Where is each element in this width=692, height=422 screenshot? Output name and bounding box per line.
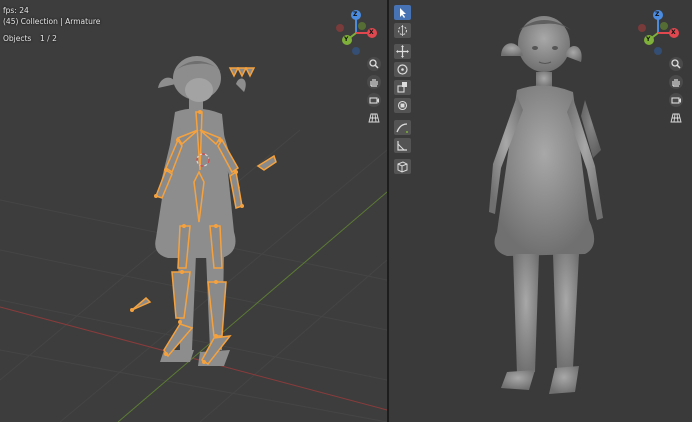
viewport-left[interactable]: fps: 24 (45) Collection | Armature Objec… [0, 0, 387, 422]
cursor-3d-icon[interactable] [394, 23, 411, 38]
x-axis-line [0, 306, 387, 411]
gizmo-z-label: Z [353, 11, 358, 18]
fps-readout: fps: 24 [3, 6, 29, 15]
zoom-icon[interactable] [367, 57, 381, 71]
viewport-right[interactable]: Z X Y [389, 0, 692, 422]
scene-left [0, 56, 387, 422]
grid-perspective-icon[interactable] [669, 111, 683, 125]
select-cursor-icon[interactable] [394, 5, 411, 20]
objects-label: Objects [3, 34, 32, 43]
scale-icon[interactable] [394, 80, 411, 95]
hand-pan-icon[interactable] [669, 75, 683, 89]
navigation-gizmo-left[interactable]: Z X Y [332, 7, 382, 57]
rotate-icon[interactable] [394, 62, 411, 77]
gizmo-y-label: Y [646, 36, 651, 43]
collection-label: (45) Collection | Armature [3, 17, 101, 26]
grid-perspective-icon[interactable] [367, 111, 381, 125]
face-shading [185, 78, 213, 102]
gizmo-x-label: X [671, 29, 676, 36]
move-icon[interactable] [394, 44, 411, 59]
gizmo-x-label: X [369, 29, 374, 36]
hand-pan-icon[interactable] [367, 75, 381, 89]
measure-icon[interactable] [394, 138, 411, 153]
zoom-icon[interactable] [669, 57, 683, 71]
rendered-character [489, 16, 603, 394]
gizmo-y-label: Y [344, 36, 349, 43]
navigation-gizmo-right[interactable]: Z X Y [634, 7, 684, 57]
blender-workspace: fps: 24 (45) Collection | Armature Objec… [0, 0, 692, 422]
add-cube-icon[interactable] [394, 159, 411, 174]
gizmo-z-label: Z [655, 11, 660, 18]
camera-icon[interactable] [367, 93, 381, 107]
scene-right [489, 16, 603, 394]
camera-icon[interactable] [669, 93, 683, 107]
transform-icon[interactable] [394, 98, 411, 113]
objects-count: 1 / 2 [40, 34, 57, 43]
annotate-icon[interactable] [394, 120, 411, 135]
